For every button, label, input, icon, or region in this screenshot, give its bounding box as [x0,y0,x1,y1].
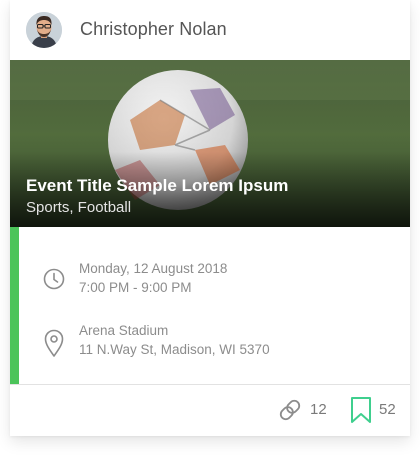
event-category: Sports, Football [26,199,132,216]
bookmark-icon[interactable] [350,396,372,429]
event-time: 7:00 PM - 9:00 PM [79,280,192,295]
bookmark-count: 52 [379,401,396,418]
accent-bar [10,227,19,384]
avatar[interactable] [26,12,62,48]
link-count: 12 [310,401,327,418]
event-title[interactable]: Event Title Sample Lorem Ipsum [26,176,288,196]
venue-address[interactable]: 11 N.Way St, Madison, WI 5370 [79,342,270,357]
event-image[interactable]: Event Title Sample Lorem Ipsum Sports, F… [10,60,410,227]
link-icon[interactable] [276,396,304,429]
location-pin-icon [43,328,65,363]
event-card[interactable]: Christopher Nolan Event Title Sample Lor… [10,0,410,436]
clock-icon [43,268,65,295]
venue-name[interactable]: Arena Stadium [79,323,168,338]
card-footer: 12 52 [10,385,410,436]
author-name[interactable]: Christopher Nolan [80,19,227,40]
event-details: Monday, 12 August 2018 7:00 PM - 9:00 PM… [10,227,410,384]
event-date: Monday, 12 August 2018 [79,261,228,276]
card-header: Christopher Nolan [10,0,410,60]
